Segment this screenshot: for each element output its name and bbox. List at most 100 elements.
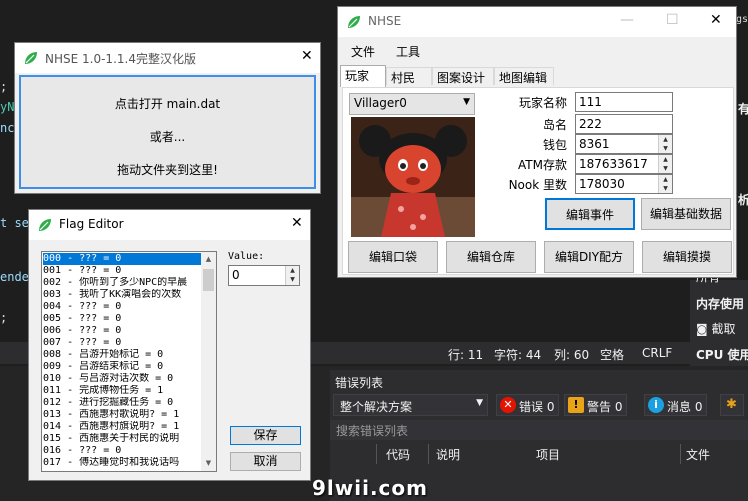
flag-list-item[interactable]: 015 - 西施惠关于村民的说明 [43,433,201,445]
error-list-header: 代码 说明 项目 文件 [330,444,748,464]
column-file[interactable]: 文件 [686,446,710,463]
spin-arrows-icon[interactable]: ▲ ▼ [285,266,299,285]
edit-storage-button[interactable]: 编辑仓库 [446,241,536,273]
leaf-icon [39,219,51,231]
code-fragment: yN [0,100,15,114]
spin-arrows-icon[interactable]: ▲ ▼ [658,135,672,153]
edit-critterpedia-button[interactable]: 编辑摸摸 [642,241,732,273]
status-space: 空格 [600,348,625,362]
column-project[interactable]: 项目 [536,446,560,463]
error-scope-value: 整个解决方案 [340,400,413,414]
or-label: 或者... [149,130,186,144]
island-name-input[interactable]: 222 [575,114,673,134]
close-icon[interactable]: ✕ [291,215,303,231]
column-description[interactable]: 说明 [436,446,460,463]
villager-dropdown[interactable]: Villager0 ▼ [349,93,475,115]
nook-miles-stepper[interactable]: 178030 ▲ ▼ [575,174,673,194]
build-filter-button[interactable]: ✱ [720,394,744,416]
atm-stepper[interactable]: 187633617 ▲ ▼ [575,154,673,174]
messages-filter-button[interactable]: i 消息 0 [644,394,708,416]
column-code[interactable]: 代码 [386,446,410,463]
wallet-stepper[interactable]: 8361 ▲ ▼ [575,134,673,154]
flag-list-item[interactable]: 005 - ??? = 0 [43,313,201,325]
flag-list-item[interactable]: 017 - 傅达睡觉时和我说话吗 [43,457,201,469]
menu-bar: 文件 工具 [338,39,736,61]
flag-list[interactable]: 000 - ??? = 0 001 - ??? = 0 002 - 你听到了多少NP… [41,251,217,472]
flag-list-item[interactable]: 011 - 完成博物任务 = 1 [43,385,201,397]
scroll-down-icon[interactable]: ▼ [201,456,216,471]
drop-zone[interactable]: 点击打开 main.dat 或者... 拖动文件夹到这里! [19,75,316,189]
error-icon: ✕ [500,397,516,413]
minimize-icon[interactable]: — [620,12,634,28]
flag-list-item[interactable]: 007 - ??? = 0 [43,337,201,349]
flag-list-item[interactable]: 009 - 吕游结束标记 = 0 [43,361,201,373]
save-button[interactable]: 保存 [230,426,301,445]
drag-folder-label: 拖动文件夹到这里! [117,163,218,177]
tab-patterns[interactable]: 图案设计 [432,67,494,85]
window-title: NHSE [368,14,402,28]
chevron-down-icon: ▼ [463,97,470,107]
flag-list-item[interactable]: 008 - 吕游开始标记 = 0 [43,349,201,361]
code-fragment: 析 [738,193,748,207]
flag-value: 0 [232,268,240,282]
messages-filter-label: 消息 0 [667,400,703,414]
edit-diy-button[interactable]: 编辑DIY配方 [544,241,634,273]
player-name-input[interactable]: 111 [575,92,673,112]
open-main-dat-label[interactable]: 点击打开 main.dat [21,95,314,112]
value-label: Value: [228,251,265,262]
flag-list-item[interactable]: 003 - 我听了KK演唱会的次数 [43,289,201,301]
scroll-up-icon[interactable]: ▲ [201,252,216,267]
tab-player[interactable]: 玩家 [340,65,386,87]
code-fragment: nc [0,121,15,135]
code-fragment: ende [0,270,29,284]
edit-events-button[interactable]: 编辑事件 [545,198,635,230]
flag-list-item[interactable]: 013 - 西施惠村歌说明? = 1 [43,409,201,421]
diagnostics-panel: 所有 内存使用 ◙ 截取 CPU 使用 [690,270,748,370]
code-fragment: 有 [738,102,748,116]
warning-icon: ! [568,397,584,413]
flag-list-item[interactable]: 000 - ??? = 0 [43,253,201,265]
flag-list-item[interactable]: 012 - 进行挖掘藏任务 = 0 [43,397,201,409]
errors-filter-button[interactable]: ✕ 错误 0 [496,394,560,416]
menu-file[interactable]: 文件 [351,43,375,60]
take-snapshot-button[interactable]: ◙ 截取 [696,320,736,337]
column-separator [376,444,377,464]
edit-basic-data-button[interactable]: 编辑基础数据 [641,198,731,230]
flag-list-item[interactable]: 006 - ??? = 0 [43,325,201,337]
flag-list-item[interactable]: 004 - ??? = 0 [43,301,201,313]
spin-arrows-icon[interactable]: ▲ ▼ [658,155,672,173]
error-scope-dropdown[interactable]: 整个解决方案 ▼ [333,394,488,416]
wallet-value: 8361 [579,137,610,151]
atm-label: ATM存款 [518,158,567,172]
leaf-icon [348,16,360,28]
nook-miles-value: 178030 [579,177,625,191]
scroll-thumb[interactable] [203,269,214,291]
error-list-title: 错误列表 [335,376,384,390]
spin-arrows-icon[interactable]: ▲ ▼ [658,175,672,193]
close-icon[interactable]: ✕ [710,12,722,28]
villager-portrait [351,117,475,237]
tab-map[interactable]: 地图编辑 [494,67,554,85]
column-separator [680,444,681,464]
errors-filter-label: 错误 0 [519,400,555,414]
flag-list-scrollbar[interactable]: ▲ ▼ [201,252,216,471]
cancel-button[interactable]: 取消 [230,452,301,471]
error-search-input[interactable]: 搜索错误列表 [330,420,748,440]
nhse-open-window: NHSE 1.0-1.1.4完整汉化版 ✕ 点击打开 main.dat 或者..… [14,42,321,194]
flag-list-item[interactable]: 002 - 你听到了多少NPC的早晨 [43,277,201,289]
warnings-filter-button[interactable]: ! 警告 0 [564,394,628,416]
flag-editor-window: Flag Editor ✕ 000 - ??? = 0 001 - ??? = 0… [28,209,311,481]
status-line: 行: 11 [448,348,484,362]
title-bar: NHSE 1.0-1.1.4完整汉化版 ✕ [15,43,320,73]
take-snapshot-label: 截取 [711,322,736,336]
flag-list-item[interactable]: 001 - ??? = 0 [43,265,201,277]
menu-tools[interactable]: 工具 [396,43,420,60]
flag-list-item[interactable]: 010 - 与吕游对话次数 = 0 [43,373,201,385]
flag-list-item[interactable]: 014 - 西施惠村旗说明? = 1 [43,421,201,433]
flag-list-item[interactable]: 016 - ??? = 0 [43,445,201,457]
edit-pockets-button[interactable]: 编辑口袋 [348,241,438,273]
maximize-icon[interactable]: ☐ [666,12,679,28]
tab-villagers[interactable]: 村民 [386,67,432,85]
flag-value-stepper[interactable]: 0 ▲ ▼ [228,265,300,286]
close-icon[interactable]: ✕ [301,48,313,64]
